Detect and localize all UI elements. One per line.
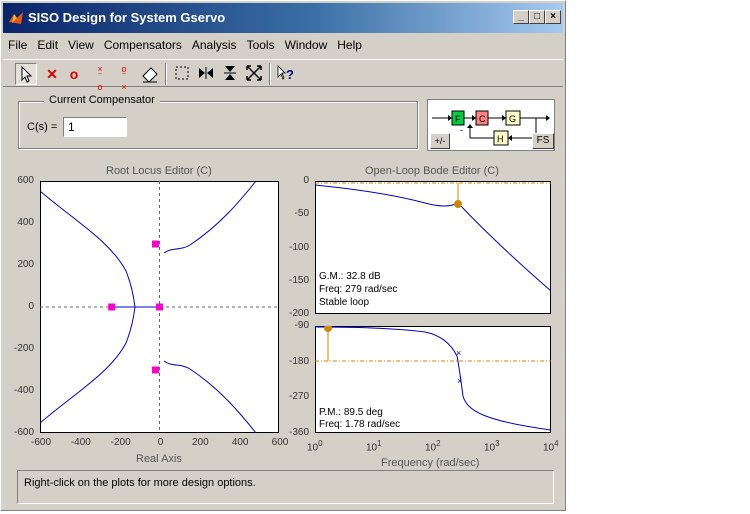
bode-phase-ytick: -90 [294,320,309,331]
minimize-button[interactable]: _ [513,10,529,24]
bode-xtick: 104 [543,439,559,454]
rl-xtick: 400 [231,437,249,448]
menu-tools[interactable]: Tools [242,35,280,55]
current-compensator-panel: Current Compensator C(s) = 1 [18,94,418,149]
gm-text: G.M.: 32.8 dB [319,271,381,282]
status-bar: Right-click on the plots for more design… [17,470,554,504]
bode-xtick: 103 [484,439,500,454]
rl-ytick: 600 [17,175,34,186]
bode-xtick: 102 [425,439,441,454]
minus-sign: - [460,125,463,135]
bode-mag-ytick: -200 [288,308,309,319]
phase-pole-mark-2: × [457,376,462,386]
fs-button[interactable]: FS [532,133,554,149]
bode-mag-ytick: 0 [303,175,309,186]
menu-bar: File Edit View Compensators Analysis Tools Win… [3,35,367,57]
bode-phase-ytick: -180 [288,355,309,367]
bode-phase-ytick: -270 [288,391,309,403]
title-bar[interactable]: SISO Design for System Gservo _ □ × [3,3,563,33]
bode-phase-plot[interactable]: × × P.M.: 89.5 deg Freq: 1.78 rad/sec [315,326,551,433]
zoom-box-icon[interactable] [171,63,193,85]
block-g-label: G [509,114,516,124]
rl-ytick: 0 [28,301,34,312]
menu-edit[interactable]: Edit [32,35,63,55]
pointer-icon[interactable] [15,63,37,85]
bode-xtick: 100 [307,439,323,454]
svg-text:?: ? [286,67,294,82]
gm-freq: Freq: 279 rad/sec [319,284,397,295]
bode-phase-ytick: -360 [288,427,309,438]
rl-marker-3[interactable] [152,366,160,374]
menu-compensators[interactable]: Compensators [99,35,187,55]
help-icon[interactable]: ? [275,63,297,85]
rl-ytick: -400 [13,385,34,396]
add-lead-icon[interactable]: × ‾ o [89,63,111,92]
compensator-input[interactable]: 1 [63,117,127,137]
add-pole-icon[interactable]: ✕ [41,63,63,85]
menu-analysis[interactable]: Analysis [187,35,242,55]
rl-xlabel: Real Axis [136,453,182,465]
rl-marker-0[interactable] [108,303,116,311]
sign-toggle-button[interactable]: +/- [430,133,450,149]
panel-legend: Current Compensator [44,94,160,106]
bode-mag-ytick: -50 [294,208,309,220]
rl-marker-2[interactable] [152,240,160,248]
siso-window: SISO Design for System Gservo _ □ × File… [0,0,566,511]
block-c-label: C [479,114,486,124]
pm-freq: Freq: 1.78 rad/sec [319,419,400,430]
root-locus-plot[interactable] [40,181,279,433]
add-zero-icon[interactable]: o [63,63,85,85]
toolbar: ✕ o × ‾ o o ‾ × ? [3,59,563,92]
loop-diagram[interactable]: F C G H - +/- FS [427,99,555,151]
menu-view[interactable]: View [63,35,99,55]
compensator-label: C(s) = [27,121,58,133]
matlab-icon [9,12,23,24]
block-f-label: F [455,114,461,124]
rl-marker-1[interactable] [156,303,163,311]
phase-pole-mark-1: × [456,348,461,358]
bode-xlabel: Frequency (rad/sec) [381,457,480,469]
bode-title: Open-Loop Bode Editor (C) [365,165,499,177]
gm-marker [454,200,462,208]
zoom-y-icon[interactable] [219,63,241,85]
root-locus-title: Root Locus Editor (C) [106,165,212,177]
bode-magnitude-plot[interactable]: G.M.: 32.8 dB Freq: 279 rad/sec Stable l… [315,181,551,314]
rl-ytick: -200 [13,343,34,354]
bode-mag-ytick: -150 [288,274,309,286]
rl-xtick: -200 [110,437,131,448]
close-button[interactable]: × [545,10,561,24]
bode-xtick: 101 [366,439,382,454]
menu-help[interactable]: Help [332,35,367,55]
window-title: SISO Design for System Gservo [28,10,226,25]
stable-text: Stable loop [319,297,369,308]
block-h-label: H [497,134,504,144]
rl-xtick: -400 [70,437,91,448]
add-lag-icon[interactable]: o ‾ × [113,63,135,92]
zoom-x-icon[interactable] [195,63,217,85]
menu-window[interactable]: Window [280,35,333,55]
rl-xtick: 0 [157,437,164,448]
bode-mag-ytick: -100 [288,241,309,253]
maximize-button[interactable]: □ [529,10,545,24]
rl-xtick: -600 [30,437,51,448]
menu-file[interactable]: File [3,35,32,55]
rl-ytick: 400 [17,217,34,228]
zoom-fit-icon[interactable] [243,63,265,85]
rl-xtick: 200 [191,437,209,448]
eraser-icon[interactable] [139,63,161,85]
rl-xtick: 600 [271,437,289,448]
rl-ytick: 200 [17,259,34,270]
pm-text: P.M.: 89.5 deg [319,407,383,418]
